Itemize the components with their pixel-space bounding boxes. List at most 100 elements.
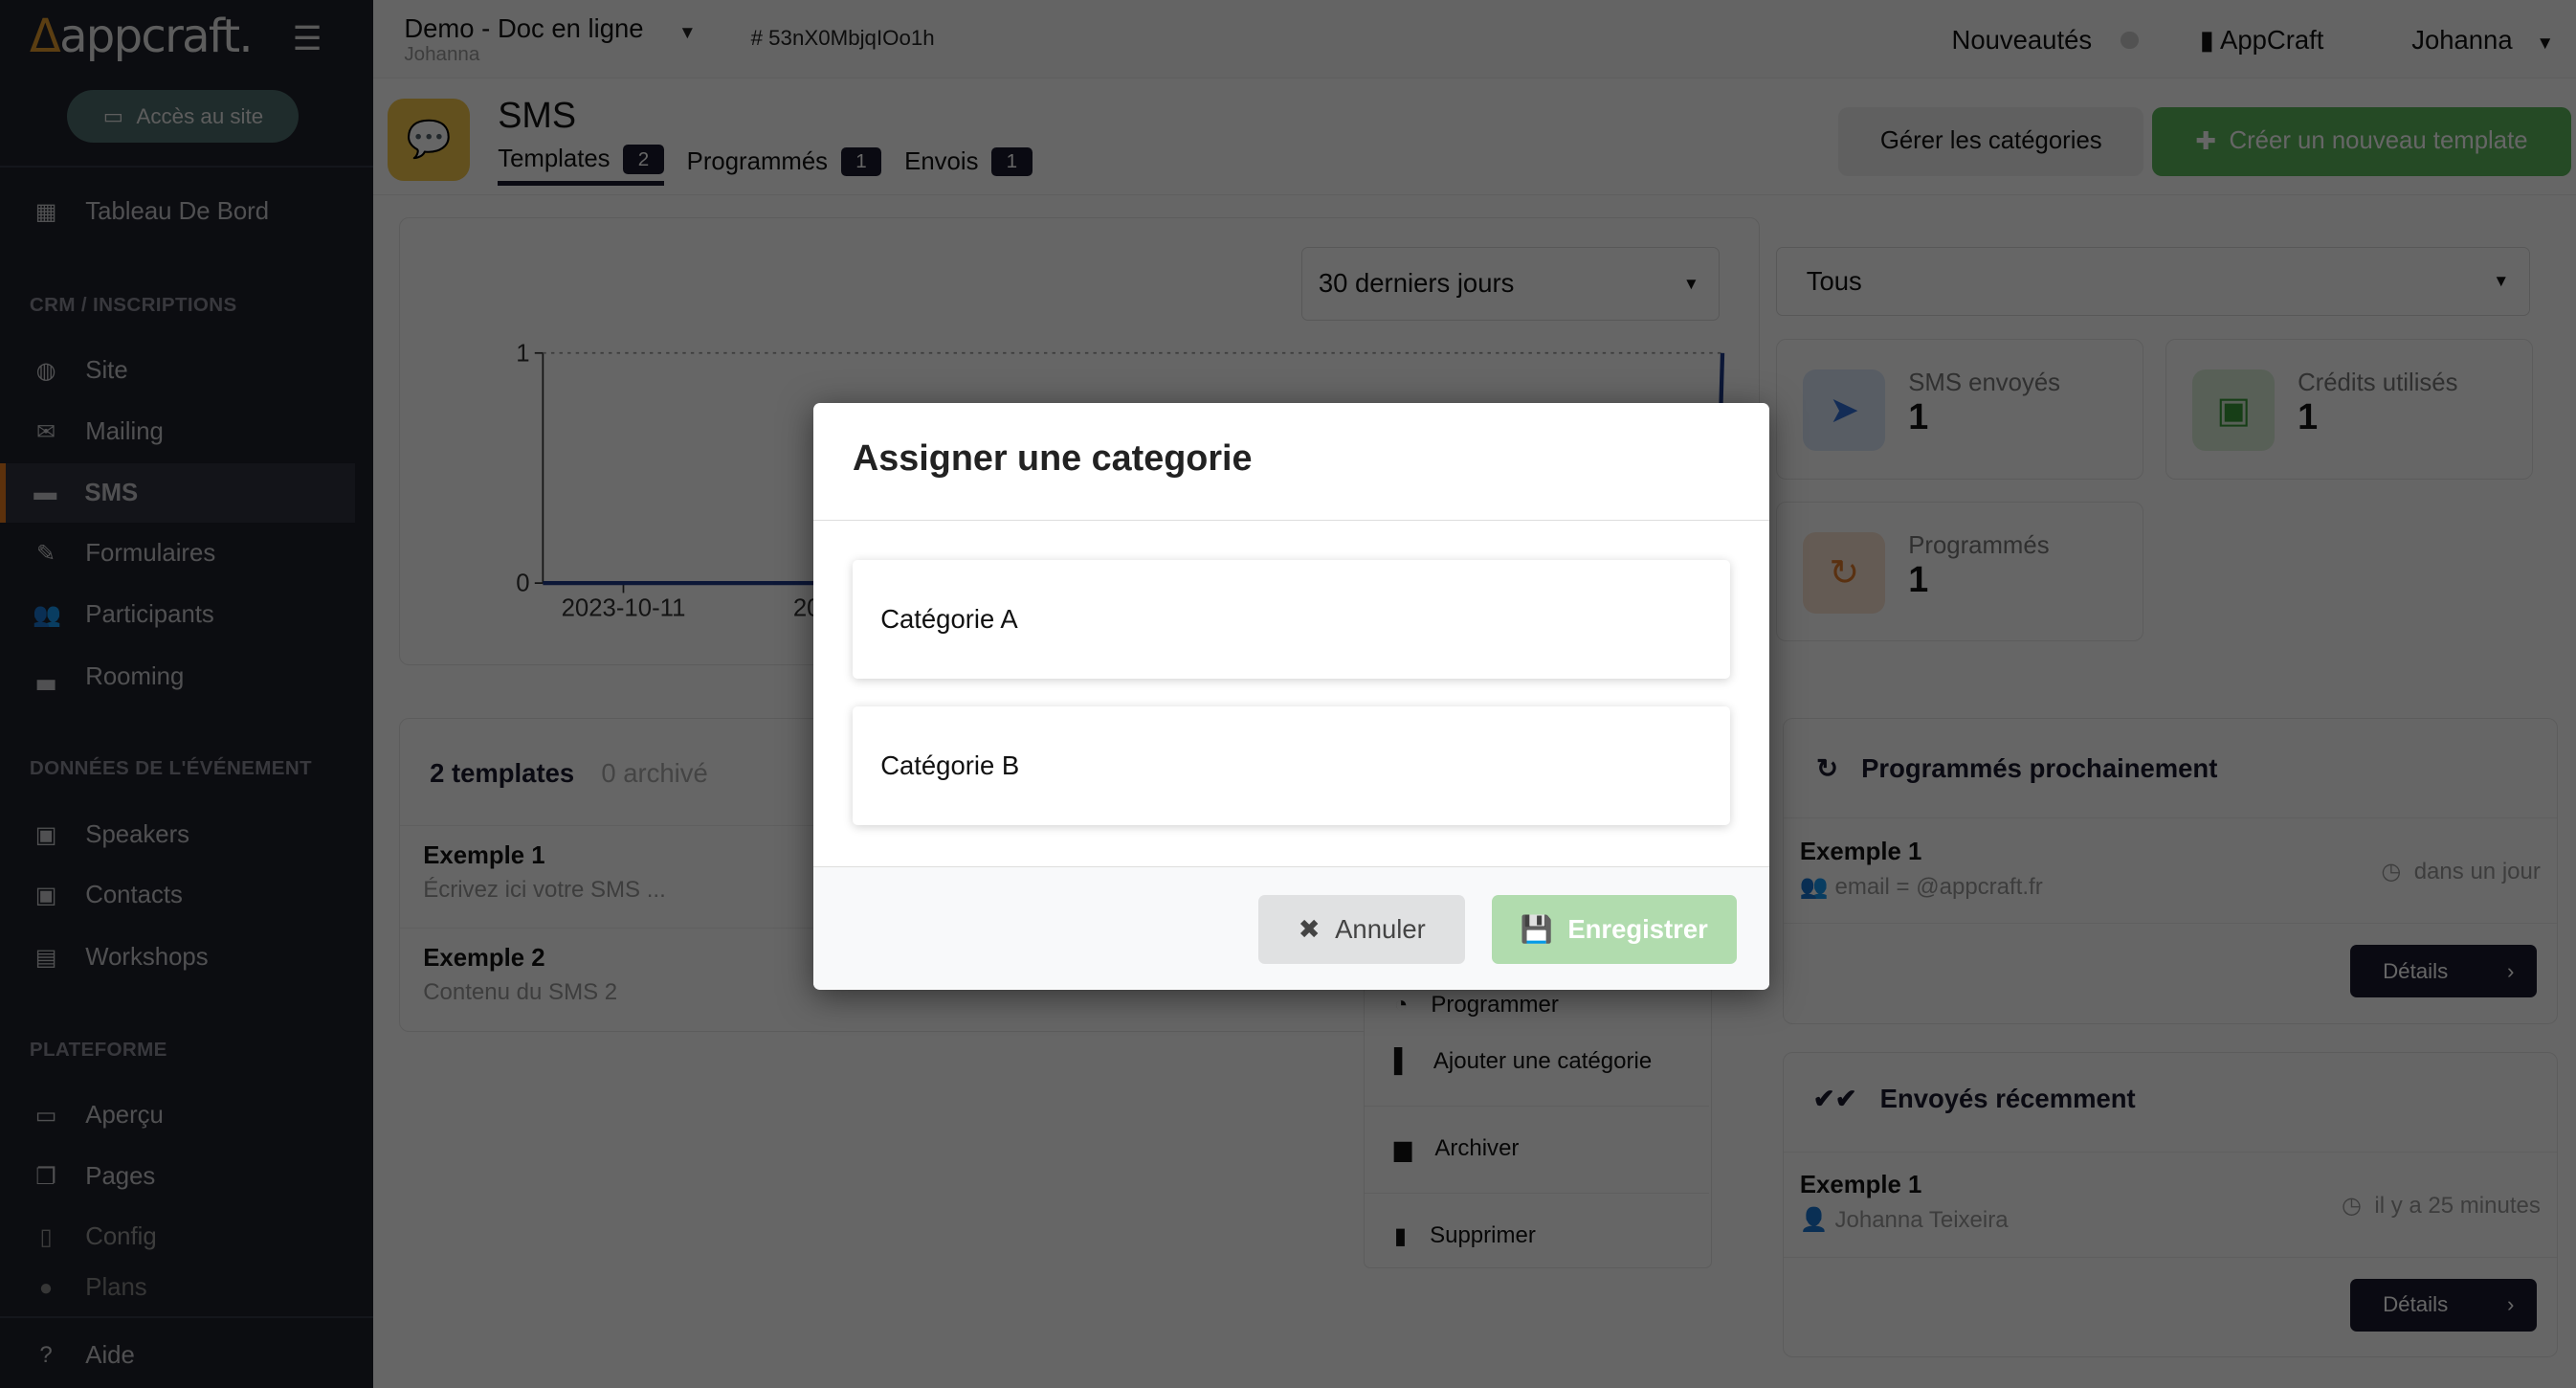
clock-refresh-icon: ↻ <box>1803 531 1886 615</box>
stat-credits-used: ▣ Crédits utilisés 1 <box>2165 338 2534 481</box>
period-select[interactable]: 30 derniers jours ▼ <box>1300 246 1721 321</box>
stat-scheduled: ↻ Programmés 1 <box>1775 501 2144 641</box>
pages-icon: ❐ <box>35 1163 56 1190</box>
sidebar-item-workshops[interactable]: ▤ Workshops <box>0 929 355 988</box>
item-title: Exemple 1 <box>1799 1172 1922 1199</box>
modal-title: Assigner une categorie <box>853 438 1253 480</box>
label: Rooming <box>85 662 185 690</box>
label: SMS <box>84 479 139 506</box>
menu-item-archive[interactable]: ▆ Archiver <box>1394 1135 1520 1163</box>
project-owner: Johanna <box>404 42 480 65</box>
label: Speakers <box>85 820 190 848</box>
label: Pages <box>85 1162 156 1190</box>
pencil-icon: ✎ <box>36 541 56 568</box>
sidebar-item-plans[interactable]: ● Plans <box>0 1263 355 1315</box>
sidebar: Δappcraft. ☰ ▭ Accès au site ▦ Tableau De … <box>0 0 373 1388</box>
stat-value: 1 <box>1908 559 1929 600</box>
sidebar-item-forms[interactable]: ✎ Formulaires <box>0 525 355 584</box>
label: Plans <box>85 1274 147 1302</box>
sidebar-item-config[interactable]: ▯ Config <box>0 1208 355 1267</box>
menu-item-schedule[interactable]: ◔ Programmer <box>1394 992 1559 1019</box>
scheduled-row[interactable]: Exemple 1 👥 email = @appcraft.fr ◷ dans un… <box>1783 817 2558 923</box>
cancel-button[interactable]: ✖ Annuler <box>1258 894 1466 964</box>
sidebar-item-rooming[interactable]: ▃ Rooming <box>0 647 355 706</box>
y-tick-label: 0 <box>516 570 529 596</box>
menu-label: Ajouter une catégorie <box>1432 1047 1653 1074</box>
sidebar-item-help[interactable]: ? Aide <box>0 1326 355 1385</box>
sidebar-item-speakers[interactable]: ▣ Speakers <box>0 805 355 864</box>
scheduled-card: ↻ Programmés prochainement Exemple 1 👥 ema… <box>1782 718 2559 1024</box>
category-option-b[interactable]: Catégorie B <box>853 706 1730 825</box>
target-text: Johanna Teixeira <box>1834 1207 2009 1234</box>
laptop-icon: ▭ <box>34 1103 57 1130</box>
divider <box>0 166 373 168</box>
type-select[interactable]: Tous ▼ <box>1775 246 2530 316</box>
item-target: 👤 Johanna Teixeira <box>1800 1206 2009 1234</box>
caret-down-icon[interactable]: ▼ <box>678 23 697 44</box>
help-icon: ? <box>39 1342 53 1369</box>
menu-label: Archiver <box>1434 1134 1520 1161</box>
sidebar-item-preview[interactable]: ▭ Aperçu <box>0 1086 355 1146</box>
tab-templates[interactable]: Templates 2 <box>498 145 664 186</box>
clock-icon: ◔ <box>1393 992 1409 1019</box>
news-link[interactable]: Nouveautés <box>1952 25 2093 56</box>
tab-sends[interactable]: Envois 1 <box>904 145 1033 186</box>
details-button[interactable]: Détails › <box>2349 945 2538 998</box>
menu-item-add-category[interactable]: ▌ Ajouter une catégorie <box>1394 1048 1652 1075</box>
label: Mailing <box>85 418 164 445</box>
sidebar-item-participants[interactable]: 👥 Participants <box>0 585 355 644</box>
button-label: Annuler <box>1335 913 1426 944</box>
phone-settings-icon: ▯ <box>39 1224 53 1251</box>
create-template-button[interactable]: ✚ Créer un nouveau template <box>2152 106 2571 176</box>
menu-item-delete[interactable]: ▮ Supprimer <box>1394 1222 1536 1250</box>
label: Participants <box>85 600 214 628</box>
sidebar-item-site[interactable]: ◍ Site <box>0 342 355 401</box>
template-context-menu: ◔ Programmer ▌ Ajouter une catégorie ▆ Arch… <box>1363 952 1712 1269</box>
divider <box>372 193 2576 196</box>
sms-page-icon: 💬 <box>388 99 470 181</box>
label: Workshops <box>85 944 209 972</box>
category-option-a[interactable]: Catégorie A <box>853 560 1730 680</box>
site-access-button[interactable]: ▭ Accès au site <box>67 90 300 144</box>
org-selector[interactable]: ▮ AppCraft <box>2200 25 2324 56</box>
stat-label: Crédits utilisés <box>2298 369 2458 396</box>
clock-icon: ◷ <box>2381 859 2402 885</box>
archived-count[interactable]: 0 archivé <box>601 758 707 788</box>
chevron-right-icon: › <box>2506 1292 2515 1317</box>
sidebar-item-dashboard[interactable]: ▦ Tableau De Bord <box>0 183 355 242</box>
modal-footer: ✖ Annuler 💾 Enregistrer <box>812 865 1769 990</box>
sidebar-item-sms[interactable]: ▬ SMS <box>0 463 355 523</box>
label: Contacts <box>85 882 183 909</box>
label: Aperçu <box>85 1102 164 1130</box>
count-badge: 1 <box>991 146 1033 177</box>
sidebar-item-contacts[interactable]: ▣ Contacts <box>0 866 355 926</box>
tab-label: Templates <box>498 146 611 172</box>
label: Tableau De Bord <box>85 197 270 225</box>
stat-value: 1 <box>1908 396 1929 437</box>
globe-icon: ◍ <box>35 358 56 385</box>
divider <box>1364 1105 1710 1108</box>
stat-label: Programmés <box>1908 531 2050 559</box>
sidebar-item-mailing[interactable]: ✉ Mailing <box>0 403 355 462</box>
label: Aide <box>85 1341 135 1369</box>
manage-categories-button[interactable]: Gérer les catégories <box>1838 106 2144 176</box>
count-badge: 1 <box>840 146 882 177</box>
section-title: CRM / INSCRIPTIONS <box>29 294 237 317</box>
recent-row[interactable]: Exemple 1 👤 Johanna Teixeira ◷ il y a 25 m… <box>1783 1151 2558 1257</box>
app-root: Δappcraft. ☰ ▭ Accès au site ▦ Tableau De … <box>0 0 2576 1388</box>
floppy-disk-icon: 💾 <box>1520 913 1553 944</box>
tab-scheduled[interactable]: Programmés 1 <box>686 145 882 186</box>
plus-icon: ✚ <box>2195 127 2216 155</box>
mail-icon: ✉ <box>36 419 56 445</box>
sidebar-item-pages[interactable]: ❐ Pages <box>0 1147 355 1206</box>
button-label: Créer un nouveau template <box>2229 127 2528 155</box>
collapse-sidebar-icon[interactable]: ☰ <box>293 20 322 58</box>
tab-label: Envois <box>904 147 979 175</box>
project-selector[interactable]: Demo - Doc en ligne <box>404 13 643 44</box>
details-button[interactable]: Détails › <box>2349 1278 2538 1332</box>
send-icon: ➤ <box>1803 369 1886 452</box>
appcraft-logo[interactable]: Δappcraft. <box>30 10 254 63</box>
save-button[interactable]: 💾 Enregistrer <box>1491 894 1737 964</box>
user-menu[interactable]: Johanna ▼ <box>2411 25 2554 56</box>
tab-label: Programmés <box>686 147 829 175</box>
